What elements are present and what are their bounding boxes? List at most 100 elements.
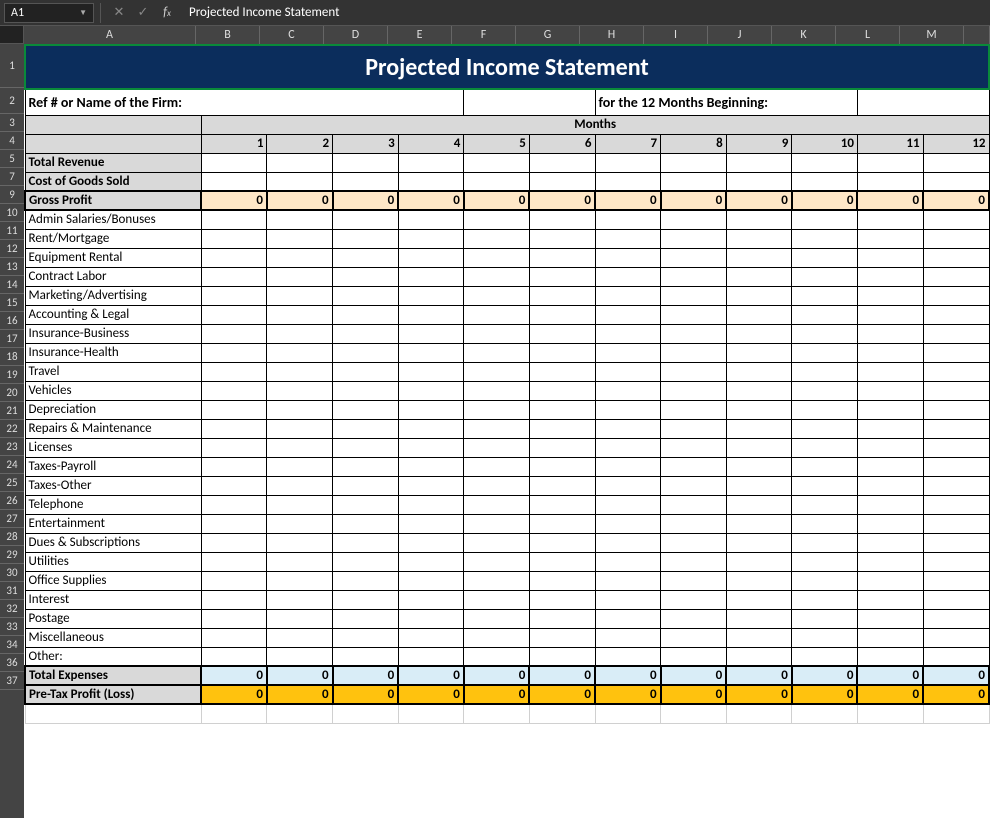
expense-label[interactable]: Depreciation — [25, 400, 201, 419]
col-header-M[interactable]: M — [900, 26, 964, 44]
chevron-down-icon[interactable]: ▼ — [79, 8, 87, 18]
row-header-3[interactable]: 3 — [0, 114, 24, 132]
pretax-cell[interactable]: 0 — [529, 685, 595, 704]
row-header-33[interactable]: 33 — [0, 618, 24, 636]
pretax-label[interactable]: Pre-Tax Profit (Loss) — [25, 685, 201, 704]
months-header[interactable]: Months — [201, 115, 989, 134]
confirm-icon[interactable]: ✓ — [131, 5, 155, 20]
expense-label[interactable]: Entertainment — [25, 514, 201, 533]
row-header-24[interactable]: 24 — [0, 456, 24, 474]
gross-cell[interactable]: 0 — [661, 191, 727, 210]
expense-label[interactable]: Travel — [25, 362, 201, 381]
month-1[interactable]: 1 — [201, 134, 267, 153]
col-header-K[interactable]: K — [772, 26, 836, 44]
totalexp-cell[interactable]: 0 — [595, 666, 661, 685]
row-header-7[interactable]: 7 — [0, 168, 24, 186]
expense-label[interactable]: Taxes-Payroll — [25, 457, 201, 476]
total-revenue-label[interactable]: Total Revenue — [25, 153, 201, 172]
row-header-22[interactable]: 22 — [0, 420, 24, 438]
expense-label[interactable]: Utilities — [25, 552, 201, 571]
expense-label[interactable]: Accounting & Legal — [25, 305, 201, 324]
pretax-cell[interactable]: 0 — [857, 685, 923, 704]
totalexp-cell[interactable]: 0 — [267, 666, 333, 685]
col-header-C[interactable]: C — [260, 26, 324, 44]
pretax-cell[interactable]: 0 — [398, 685, 464, 704]
expense-label[interactable]: Telephone — [25, 495, 201, 514]
expense-label[interactable]: Rent/Mortgage — [25, 229, 201, 248]
expense-label[interactable]: Postage — [25, 609, 201, 628]
col-header-H[interactable]: H — [580, 26, 644, 44]
ref-label[interactable]: Ref # or Name of the Firm: — [25, 89, 464, 115]
cogs-label[interactable]: Cost of Goods Sold — [25, 172, 201, 191]
totalexp-cell[interactable]: 0 — [857, 666, 923, 685]
row-header-2[interactable]: 2 — [0, 88, 24, 114]
row-header-29[interactable]: 29 — [0, 546, 24, 564]
col-header-G[interactable]: G — [516, 26, 580, 44]
begin-label[interactable]: for the 12 Months Beginning: — [595, 89, 857, 115]
col-header-L[interactable]: L — [836, 26, 900, 44]
month-2[interactable]: 2 — [267, 134, 333, 153]
row-header-23[interactable]: 23 — [0, 438, 24, 456]
row-header-9[interactable]: 9 — [0, 186, 24, 204]
select-all-corner[interactable] — [0, 26, 24, 44]
row-header-27[interactable]: 27 — [0, 510, 24, 528]
row-header-37[interactable]: 37 — [0, 672, 24, 690]
gross-cell[interactable]: 0 — [398, 191, 464, 210]
formula-input[interactable]: Projected Income Statement — [179, 3, 990, 22]
totalexp-cell[interactable]: 0 — [201, 666, 267, 685]
month-6[interactable]: 6 — [529, 134, 595, 153]
pretax-cell[interactable]: 0 — [923, 685, 989, 704]
col-header-D[interactable]: D — [324, 26, 388, 44]
month-7[interactable]: 7 — [595, 134, 661, 153]
col-header-E[interactable]: E — [388, 26, 452, 44]
gross-cell[interactable]: 0 — [464, 191, 530, 210]
expense-label[interactable]: Miscellaneous — [25, 628, 201, 647]
gross-cell[interactable]: 0 — [267, 191, 333, 210]
pretax-cell[interactable]: 0 — [201, 685, 267, 704]
expense-label[interactable]: Marketing/Advertising — [25, 286, 201, 305]
month-11[interactable]: 11 — [857, 134, 923, 153]
month-3[interactable]: 3 — [333, 134, 399, 153]
row-header-36[interactable]: 36 — [0, 654, 24, 672]
row-header-31[interactable]: 31 — [0, 582, 24, 600]
expense-label[interactable]: Licenses — [25, 438, 201, 457]
row-header-26[interactable]: 26 — [0, 492, 24, 510]
pretax-cell[interactable]: 0 — [595, 685, 661, 704]
expense-label[interactable]: Interest — [25, 590, 201, 609]
totalexp-cell[interactable]: 0 — [923, 666, 989, 685]
month-8[interactable]: 8 — [661, 134, 727, 153]
expense-label[interactable]: Equipment Rental — [25, 248, 201, 267]
cancel-icon[interactable]: ✕ — [107, 5, 131, 20]
row-header-25[interactable]: 25 — [0, 474, 24, 492]
row-header-1[interactable]: 1 — [0, 44, 24, 88]
expense-label[interactable]: Insurance-Business — [25, 324, 201, 343]
totalexp-cell[interactable]: 0 — [464, 666, 530, 685]
pretax-cell[interactable]: 0 — [267, 685, 333, 704]
row-header-17[interactable]: 17 — [0, 330, 24, 348]
row-header-12[interactable]: 12 — [0, 240, 24, 258]
pretax-cell[interactable]: 0 — [464, 685, 530, 704]
col-header-B[interactable]: B — [196, 26, 260, 44]
expense-label[interactable]: Other: — [25, 647, 201, 666]
row-header-34[interactable]: 34 — [0, 636, 24, 654]
row-header-13[interactable]: 13 — [0, 258, 24, 276]
month-10[interactable]: 10 — [792, 134, 858, 153]
gross-profit-label[interactable]: Gross Profit — [25, 191, 201, 210]
col-header-J[interactable]: J — [708, 26, 772, 44]
pretax-cell[interactable]: 0 — [726, 685, 792, 704]
row-header-21[interactable]: 21 — [0, 402, 24, 420]
row-header-5[interactable]: 5 — [0, 150, 24, 168]
row-header-28[interactable]: 28 — [0, 528, 24, 546]
row-header-10[interactable]: 10 — [0, 204, 24, 222]
cell-grid[interactable]: Projected Income StatementRef # or Name … — [24, 44, 990, 818]
col-header-A[interactable]: A — [24, 26, 196, 44]
row-header-30[interactable]: 30 — [0, 564, 24, 582]
totalexp-cell[interactable]: 0 — [529, 666, 595, 685]
totalexp-cell[interactable]: 0 — [792, 666, 858, 685]
totalexp-cell[interactable]: 0 — [661, 666, 727, 685]
totalexp-cell[interactable]: 0 — [333, 666, 399, 685]
row-header-4[interactable]: 4 — [0, 132, 24, 150]
gross-cell[interactable]: 0 — [201, 191, 267, 210]
month-9[interactable]: 9 — [726, 134, 792, 153]
expense-label[interactable]: Vehicles — [25, 381, 201, 400]
